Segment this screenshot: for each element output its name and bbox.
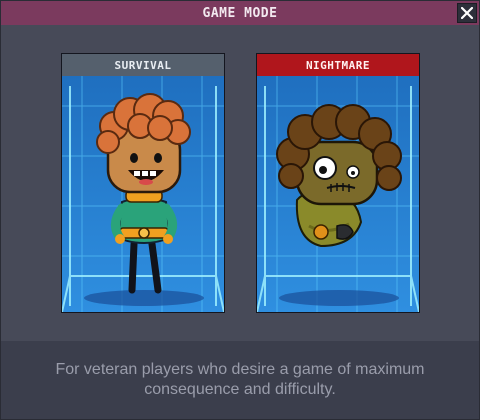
mode-description-panel: For veteran players who desire a game of… [1,341,479,419]
mode-card-label: SURVIVAL [62,54,224,76]
mode-card-nightmare[interactable]: NIGHTMARE [256,53,420,313]
mode-card-survival[interactable]: SURVIVAL [61,53,225,313]
mode-card-label: NIGHTMARE [257,54,419,76]
mode-description: For veteran players who desire a game of… [55,361,425,398]
nightmare-duplicant-image [257,76,419,312]
mode-selection-area: SURVIVAL NIGHTMARE [1,25,479,341]
title-bar: GAME MODE [1,1,479,25]
close-button[interactable] [457,3,477,23]
close-icon [461,7,473,19]
game-mode-dialog: GAME MODE SURVIVAL NIGHTMARE For veteran… [0,0,480,420]
dialog-title: GAME MODE [202,5,278,21]
survival-duplicant-image [62,76,224,312]
